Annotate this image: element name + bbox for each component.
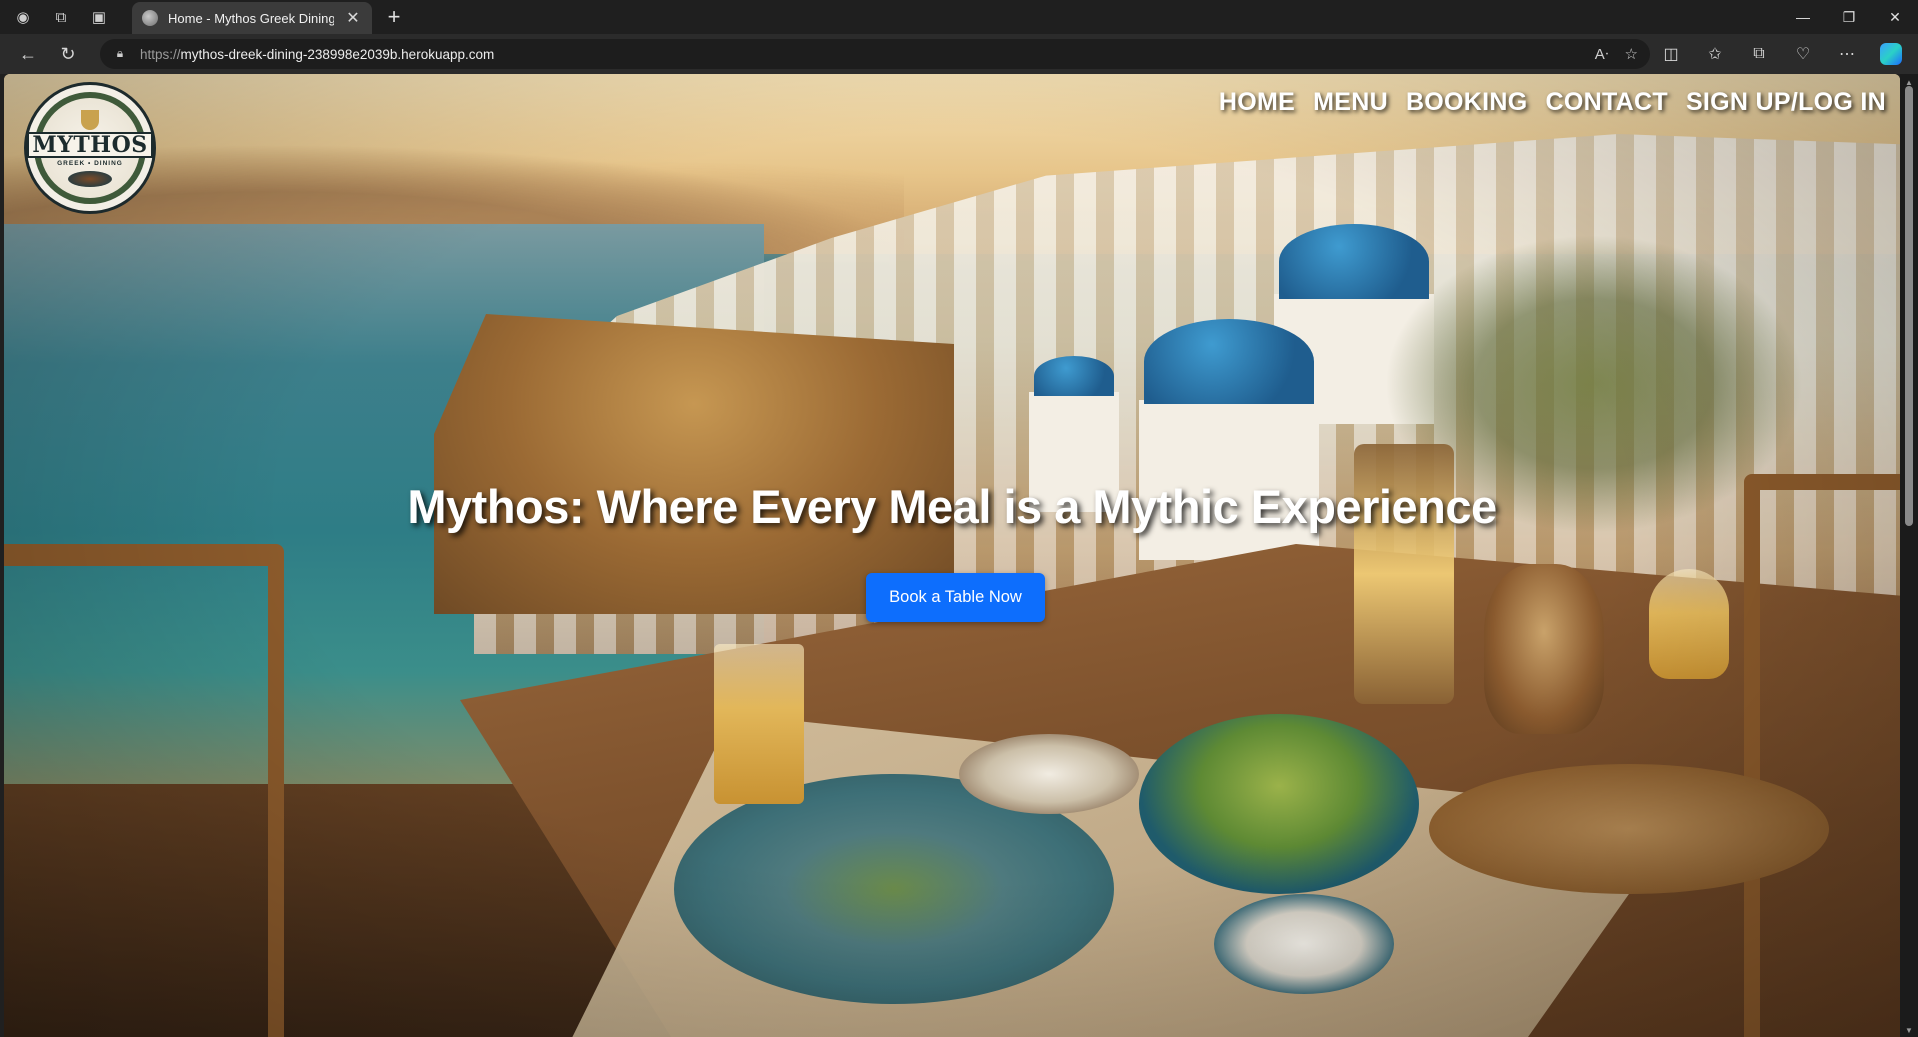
goblet-icon bbox=[81, 109, 99, 130]
nav-menu[interactable]: MENU bbox=[1313, 88, 1388, 117]
hero-vignette bbox=[4, 74, 1900, 1037]
nav-signup-login[interactable]: SIGN UP/LOG IN bbox=[1686, 88, 1886, 117]
more-icon[interactable]: ⋯ bbox=[1828, 38, 1866, 70]
hero-title: Mythos: Where Every Meal is a Mythic Exp… bbox=[407, 480, 1497, 533]
back-icon[interactable]: ← bbox=[8, 37, 48, 71]
browser-tab-active[interactable]: Home - Mythos Greek Dining ✕ bbox=[132, 2, 372, 34]
vertical-tabs-icon[interactable]: ▣ bbox=[80, 0, 118, 34]
close-window-button[interactable]: ✕ bbox=[1872, 0, 1918, 34]
new-tab-button[interactable]: + bbox=[380, 4, 408, 32]
window-controls: — ❐ ✕ bbox=[1780, 0, 1918, 34]
tab-favicon-icon bbox=[142, 10, 158, 26]
minimize-button[interactable]: — bbox=[1780, 0, 1826, 34]
scrollbar-thumb[interactable] bbox=[1905, 86, 1913, 526]
url-host: mythos-dreek-dining-238998e2039b.herokua… bbox=[180, 46, 495, 62]
favorite-star-icon[interactable]: ☆ bbox=[1625, 45, 1638, 63]
profile-icon[interactable]: ◉ bbox=[4, 0, 42, 34]
site-logo[interactable]: MYTHOS GREEK • DINING bbox=[24, 82, 156, 214]
lock-icon[interactable]: 🔒︎ bbox=[112, 46, 128, 62]
logo-subtitle: GREEK • DINING bbox=[57, 159, 123, 167]
nav-home[interactable]: HOME bbox=[1219, 88, 1295, 117]
restore-button[interactable]: ❐ bbox=[1826, 0, 1872, 34]
page-viewport: MYTHOS GREEK • DINING HOME MENU BOOKING … bbox=[4, 74, 1900, 1037]
book-table-button[interactable]: Book a Table Now bbox=[866, 573, 1045, 622]
tab-close-icon[interactable]: ✕ bbox=[344, 8, 362, 28]
address-bar[interactable]: 🔒︎ https://mythos-dreek-dining-238998e20… bbox=[100, 39, 1650, 69]
logo-emblem: MYTHOS GREEK • DINING bbox=[27, 92, 153, 204]
dish-icon bbox=[68, 170, 112, 187]
scroll-down-arrow-icon[interactable]: ▼ bbox=[1904, 1026, 1914, 1035]
nav-contact[interactable]: CONTACT bbox=[1545, 88, 1667, 117]
hero-background-image bbox=[4, 74, 1900, 1037]
nav-booking[interactable]: BOOKING bbox=[1406, 88, 1528, 117]
copilot-icon[interactable] bbox=[1872, 38, 1910, 70]
logo-wordmark: MYTHOS bbox=[27, 131, 153, 158]
refresh-icon[interactable]: ↻ bbox=[48, 37, 88, 71]
workspaces-icon[interactable]: ⧉ bbox=[42, 0, 80, 34]
browser-titlebar: ◉ ⧉ ▣ Home - Mythos Greek Dining ✕ + — ❐… bbox=[0, 0, 1918, 34]
url-scheme: https:// bbox=[140, 46, 181, 62]
read-aloud-icon[interactable]: Aᐧ bbox=[1595, 45, 1609, 63]
site-navigation: HOME MENU BOOKING CONTACT SIGN UP/LOG IN bbox=[1219, 88, 1886, 117]
collections-icon[interactable]: ⧉ bbox=[1740, 38, 1778, 70]
favorites-icon[interactable]: ✩ bbox=[1696, 38, 1734, 70]
browser-toolbar: ← ↻ 🔒︎ https://mythos-dreek-dining-23899… bbox=[0, 34, 1918, 74]
split-screen-icon[interactable]: ◫ bbox=[1652, 38, 1690, 70]
tab-title: Home - Mythos Greek Dining bbox=[168, 10, 334, 26]
browser-essentials-icon[interactable]: ♡ bbox=[1784, 38, 1822, 70]
address-url[interactable]: https://mythos-dreek-dining-238998e2039b… bbox=[140, 47, 494, 62]
